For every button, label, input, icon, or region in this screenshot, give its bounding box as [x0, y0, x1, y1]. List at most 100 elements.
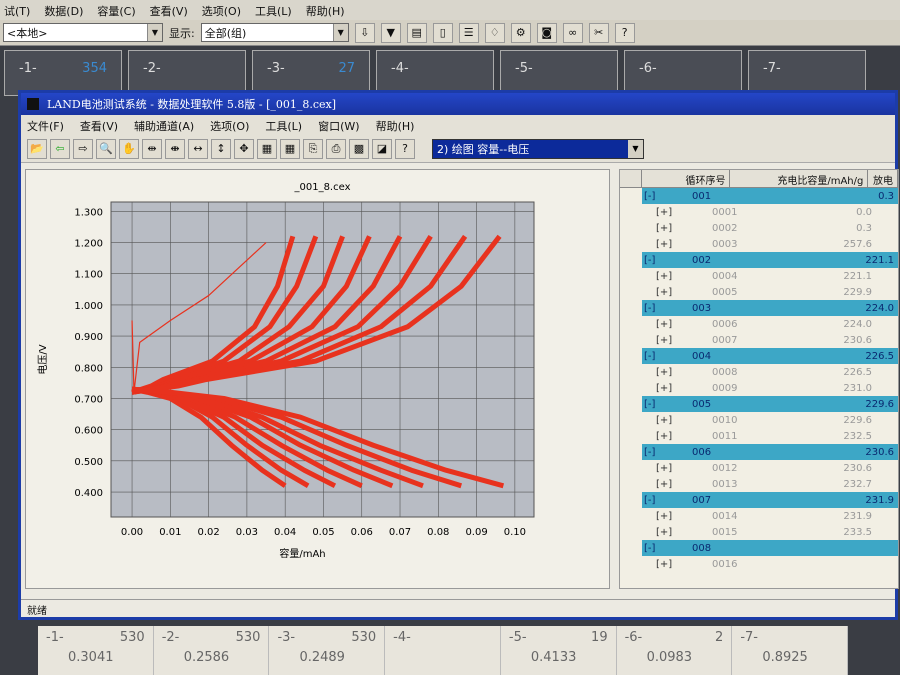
list-icon[interactable]: ☰: [458, 22, 479, 43]
expand-toggle[interactable]: [+]: [642, 479, 712, 490]
plot-type-select[interactable]: 2) 绘图 容量--电压 ▼: [432, 138, 644, 159]
step-row[interactable]: [+] 0004 221.1: [642, 268, 898, 284]
step-row[interactable]: [+] 0005 229.9: [642, 284, 898, 300]
collapse-toggle[interactable]: [-]: [642, 255, 692, 266]
header-discharge[interactable]: 放电: [868, 170, 898, 187]
expand-x-icon[interactable]: ⇼: [165, 138, 185, 159]
settings-icon[interactable]: ⚙: [510, 22, 531, 43]
voltage-capacity-chart[interactable]: _001_8.cex 0.00 0.01 0.02 0.03 0.04 0.05 0.06 0.…: [26, 170, 611, 590]
calculator-icon[interactable]: ▩: [349, 138, 369, 159]
step-row[interactable]: [+] 0010 229.6: [642, 412, 898, 428]
cycle-group-row[interactable]: [-] 002 221.1: [642, 252, 898, 268]
expand-toggle[interactable]: [+]: [642, 511, 712, 522]
expand-toggle[interactable]: [+]: [642, 287, 712, 298]
collapse-toggle[interactable]: [-]: [642, 303, 692, 314]
fit-width-icon[interactable]: ↔: [188, 138, 208, 159]
bg-menu-item[interactable]: 选项(O): [202, 3, 241, 18]
channel-cell[interactable]: -3- 530 0.2489: [269, 626, 386, 675]
step-row[interactable]: [+] 0011 232.5: [642, 428, 898, 444]
step-row[interactable]: [+] 0012 230.6: [642, 460, 898, 476]
bg-menu-item[interactable]: 数据(D): [44, 3, 83, 18]
open-icon[interactable]: 📂: [27, 138, 47, 159]
fit-height-icon[interactable]: ↕: [211, 138, 231, 159]
expand-toggle[interactable]: [+]: [642, 239, 712, 250]
menu-item[interactable]: 帮助(H): [376, 118, 415, 133]
channel-cell[interactable]: -5- 19 0.4133: [501, 626, 617, 675]
chevron-down-icon[interactable]: ▼: [628, 139, 643, 158]
expand-toggle[interactable]: [+]: [642, 223, 712, 234]
chart-icon[interactable]: ◪: [372, 138, 392, 159]
expand-toggle[interactable]: [+]: [642, 383, 712, 394]
filter-icon[interactable]: ▼: [380, 22, 401, 43]
header-charge-capacity[interactable]: 充电比容量/mAh/g: [730, 170, 869, 187]
expand-toggle[interactable]: [+]: [642, 319, 712, 330]
collapse-toggle[interactable]: [-]: [642, 495, 692, 506]
collapse-toggle[interactable]: [-]: [642, 191, 692, 202]
menu-item[interactable]: 窗口(W): [318, 118, 359, 133]
camera-icon[interactable]: ◙: [536, 22, 557, 43]
cycle-group-row[interactable]: [-] 008: [642, 540, 898, 556]
expand-toggle[interactable]: [+]: [642, 367, 712, 378]
bg-menu-item[interactable]: 帮助(H): [306, 3, 345, 18]
expand-toggle[interactable]: [+]: [642, 463, 712, 474]
step-row[interactable]: [+] 0016: [642, 556, 898, 572]
bg-menu-item[interactable]: 容量(C): [97, 3, 135, 18]
help-icon[interactable]: ?: [395, 138, 415, 159]
copy-icon[interactable]: ⎘: [303, 138, 323, 159]
cycle-group-row[interactable]: [-] 007 231.9: [642, 492, 898, 508]
step-row[interactable]: [+] 0008 226.5: [642, 364, 898, 380]
collapse-toggle[interactable]: [-]: [642, 447, 692, 458]
chevron-down-icon[interactable]: ▼: [332, 24, 348, 41]
print-icon[interactable]: ▤: [406, 22, 427, 43]
help-icon[interactable]: ?: [614, 22, 635, 43]
location-combo[interactable]: <本地> ▼: [3, 23, 163, 42]
channel-cell[interactable]: -6- 2 0.0983: [617, 626, 733, 675]
bg-menu-item[interactable]: 工具(L): [255, 3, 292, 18]
collapse-toggle[interactable]: [-]: [642, 351, 692, 362]
step-row[interactable]: [+] 0014 231.9: [642, 508, 898, 524]
display-combo[interactable]: 全部(组) ▼: [200, 23, 349, 42]
table2-icon[interactable]: ▦: [280, 138, 300, 159]
menu-item[interactable]: 辅助通道(A): [134, 118, 194, 133]
cycle-group-row[interactable]: [-] 001 0.3: [642, 188, 898, 204]
paste-icon[interactable]: ⎙: [326, 138, 346, 159]
bg-menu-item[interactable]: 查看(V): [150, 3, 188, 18]
arrow-right-icon[interactable]: ⇨: [73, 138, 93, 159]
expand-toggle[interactable]: [+]: [642, 335, 712, 346]
header-cycle[interactable]: 循环序号: [642, 170, 731, 187]
fit-all-icon[interactable]: ✥: [234, 138, 254, 159]
menu-item[interactable]: 查看(V): [80, 118, 118, 133]
cycle-group-row[interactable]: [-] 004 226.5: [642, 348, 898, 364]
step-row[interactable]: [+] 0015 233.5: [642, 524, 898, 540]
menu-item[interactable]: 工具(L): [265, 118, 302, 133]
cycle-group-row[interactable]: [-] 006 230.6: [642, 444, 898, 460]
step-row[interactable]: [+] 0003 257.6: [642, 236, 898, 252]
expand-toggle[interactable]: [+]: [642, 415, 712, 426]
cycle-group-row[interactable]: [-] 003 224.0: [642, 300, 898, 316]
zoom-icon[interactable]: 🔍: [96, 138, 116, 159]
step-row[interactable]: [+] 0007 230.6: [642, 332, 898, 348]
expand-toggle[interactable]: [+]: [642, 271, 712, 282]
folder-icon[interactable]: ▯: [432, 22, 453, 43]
shrink-x-icon[interactable]: ⇹: [142, 138, 162, 159]
hand-icon[interactable]: ✋: [119, 138, 139, 159]
collapse-toggle[interactable]: [-]: [642, 399, 692, 410]
binoculars-icon[interactable]: ∞: [562, 22, 583, 43]
arrow-left-icon[interactable]: ⇦: [50, 138, 70, 159]
channel-cell[interactable]: -1- 530 0.3041: [38, 626, 154, 675]
expand-toggle[interactable]: [+]: [642, 527, 712, 538]
download-icon[interactable]: ⇩: [354, 22, 375, 43]
step-row[interactable]: [+] 0002 0.3: [642, 220, 898, 236]
step-row[interactable]: [+] 0009 231.0: [642, 380, 898, 396]
expand-toggle[interactable]: [+]: [642, 207, 712, 218]
channel-cell[interactable]: -4-: [385, 626, 501, 675]
expand-toggle[interactable]: [+]: [642, 431, 712, 442]
menu-item[interactable]: 选项(O): [210, 118, 249, 133]
step-row[interactable]: [+] 0006 224.0: [642, 316, 898, 332]
bg-menu-item[interactable]: 试(T): [4, 3, 30, 18]
table-icon[interactable]: ▦: [257, 138, 277, 159]
step-row[interactable]: [+] 0001 0.0: [642, 204, 898, 220]
tools-icon[interactable]: ✂: [588, 22, 609, 43]
collapse-toggle[interactable]: [-]: [642, 543, 692, 554]
expand-toggle[interactable]: [+]: [642, 559, 712, 570]
